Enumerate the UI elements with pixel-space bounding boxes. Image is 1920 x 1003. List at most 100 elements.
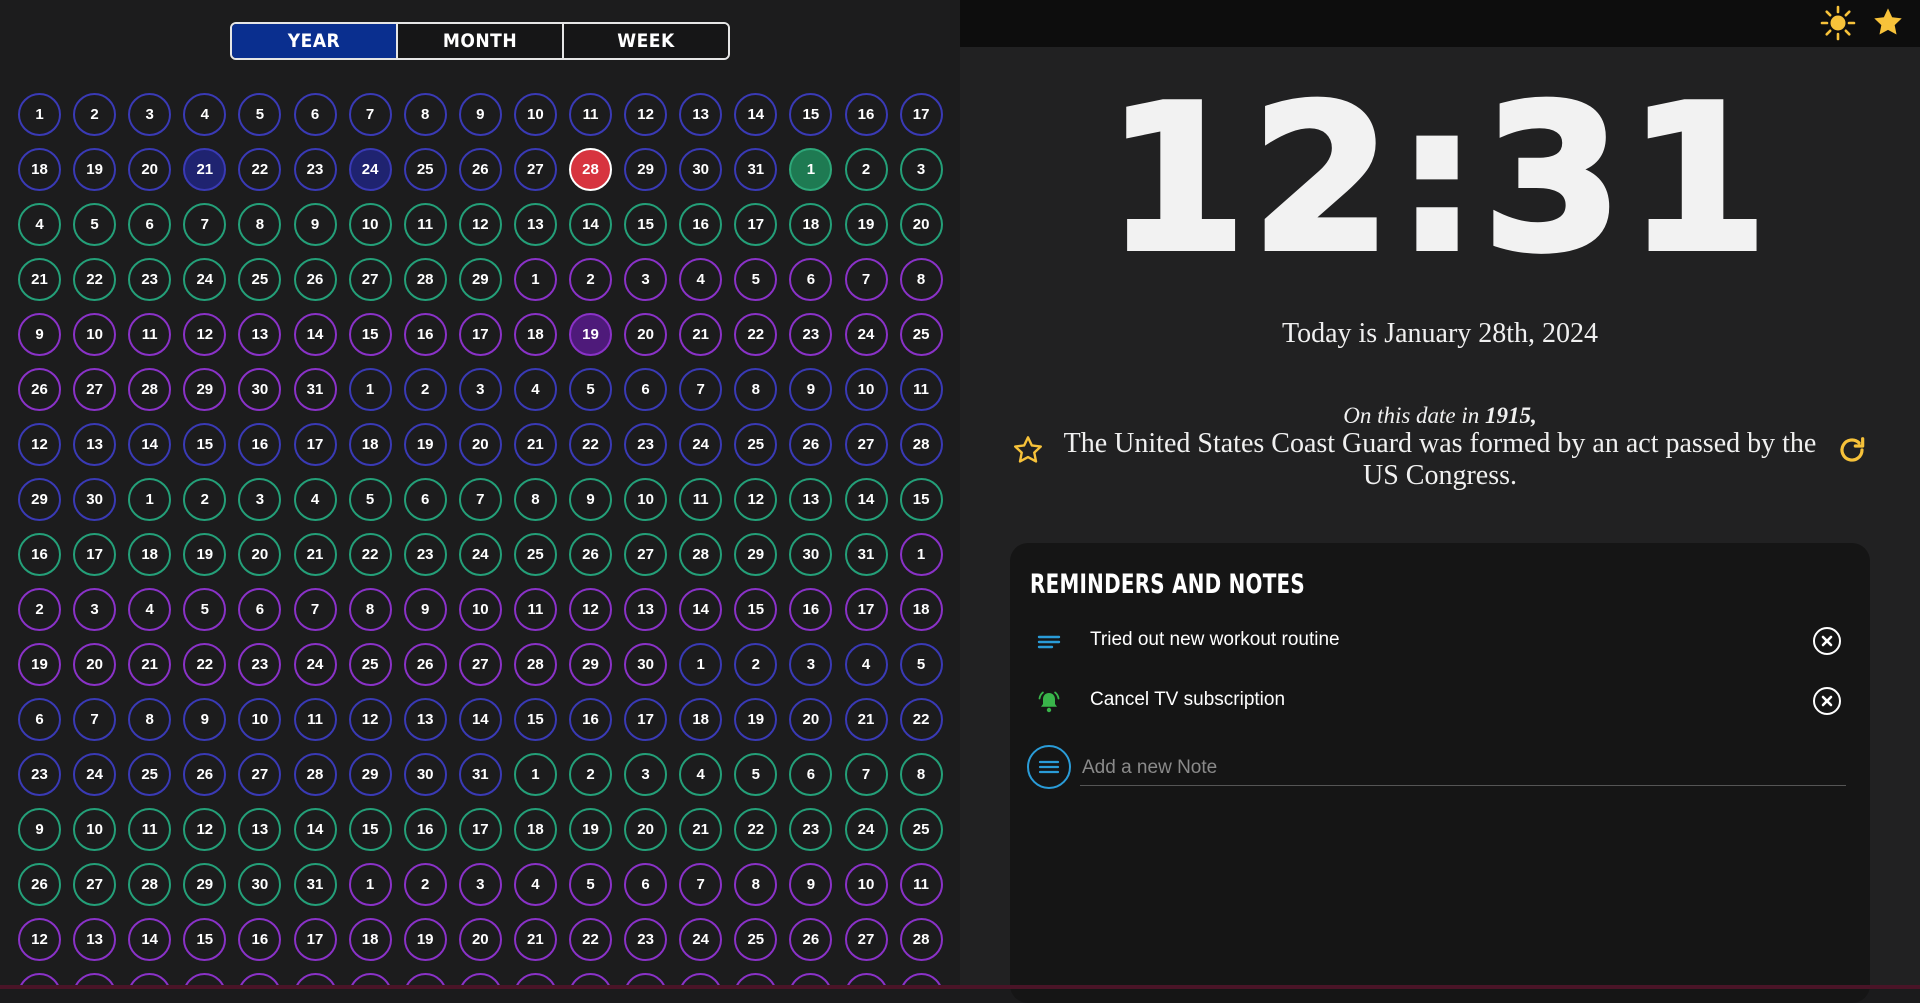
calendar-day[interactable]: 25	[238, 258, 282, 301]
calendar-day[interactable]: 16	[403, 808, 447, 851]
add-note-input[interactable]	[1080, 750, 1846, 786]
calendar-day[interactable]: 21	[183, 148, 227, 191]
calendar-day[interactable]: 25	[899, 313, 943, 356]
calendar-day[interactable]: 11	[128, 808, 172, 851]
calendar-day[interactable]: 9	[18, 313, 61, 356]
calendar-day[interactable]: 14	[128, 423, 172, 466]
remove-note-icon[interactable]	[1812, 626, 1842, 656]
calendar-day[interactable]: 14	[844, 478, 888, 521]
calendar-day[interactable]: 4	[183, 93, 227, 136]
calendar-day[interactable]: 20	[238, 533, 282, 576]
calendar-day[interactable]: 25	[899, 808, 943, 851]
calendar-day[interactable]: 20	[624, 313, 668, 356]
calendar-day[interactable]: 3	[238, 478, 282, 521]
calendar-day[interactable]: 10	[238, 698, 282, 741]
calendar-day[interactable]: 2	[569, 753, 612, 796]
calendar-day[interactable]: 7	[183, 203, 227, 246]
calendar-day[interactable]: 10	[73, 313, 117, 356]
calendar-day[interactable]: 7	[679, 863, 723, 906]
calendar-day[interactable]: 22	[734, 808, 778, 851]
calendar-day[interactable]: 23	[128, 258, 172, 301]
calendar-day[interactable]: 6	[624, 368, 668, 411]
calendar-day[interactable]: 31	[844, 533, 888, 576]
calendar-day[interactable]: 31	[293, 863, 337, 906]
calendar-day[interactable]: 5	[734, 753, 778, 796]
calendar-day[interactable]: 12	[18, 918, 61, 961]
calendar-day-today[interactable]: 28	[569, 148, 612, 191]
calendar-day[interactable]: 21	[293, 533, 337, 576]
calendar-day[interactable]: 25	[734, 423, 778, 466]
star-filled-icon[interactable]	[1870, 4, 1906, 40]
calendar-day[interactable]: 27	[624, 533, 668, 576]
calendar-day[interactable]: 2	[734, 643, 778, 686]
calendar-day[interactable]: 1	[348, 863, 392, 906]
calendar-day[interactable]: 10	[458, 588, 502, 631]
calendar-day[interactable]: 12	[183, 313, 227, 356]
calendar-day[interactable]: 14	[128, 918, 172, 961]
calendar-day[interactable]: 28	[899, 918, 943, 961]
calendar-day[interactable]: 18	[348, 423, 392, 466]
calendar-day[interactable]: 11	[899, 863, 943, 906]
calendar-day[interactable]: 20	[128, 148, 172, 191]
calendar-day[interactable]: 6	[624, 863, 668, 906]
calendar-day[interactable]: 15	[513, 698, 557, 741]
calendar-day[interactable]: 29	[183, 368, 227, 411]
calendar-day[interactable]: 15	[348, 808, 392, 851]
calendar-day[interactable]: 24	[844, 808, 888, 851]
calendar-day[interactable]: 25	[734, 918, 778, 961]
calendar-day[interactable]: 11	[899, 368, 943, 411]
calendar-day[interactable]: 11	[293, 698, 337, 741]
calendar-day[interactable]: 6	[403, 478, 447, 521]
calendar-day[interactable]: 8	[238, 203, 282, 246]
calendar-day[interactable]: 15	[183, 918, 227, 961]
calendar-day[interactable]: 1	[18, 93, 61, 136]
calendar-day[interactable]: 12	[624, 93, 668, 136]
calendar-day[interactable]: 26	[569, 533, 612, 576]
calendar-day[interactable]: 27	[348, 258, 392, 301]
calendar-day[interactable]: 30	[73, 478, 117, 521]
calendar-day[interactable]: 6	[128, 203, 172, 246]
calendar-day[interactable]: 4	[18, 203, 61, 246]
calendar-day[interactable]: 28	[128, 368, 172, 411]
calendar-day[interactable]: 12	[734, 478, 778, 521]
calendar-day[interactable]: 8	[899, 753, 943, 796]
calendar-day[interactable]: 1	[899, 533, 943, 576]
calendar-day[interactable]: 11	[513, 588, 557, 631]
calendar-day[interactable]: 4	[679, 258, 723, 301]
calendar-day[interactable]: 4	[679, 753, 723, 796]
calendar-day[interactable]: 4	[513, 863, 557, 906]
calendar-day[interactable]: 13	[238, 313, 282, 356]
calendar-day[interactable]: 3	[624, 753, 668, 796]
calendar-day[interactable]: 19	[183, 533, 227, 576]
calendar-day[interactable]: 10	[844, 368, 888, 411]
calendar-day[interactable]: 11	[569, 93, 612, 136]
calendar-day[interactable]: 15	[183, 423, 227, 466]
calendar-day[interactable]: 16	[238, 918, 282, 961]
calendar-day[interactable]: 19	[569, 808, 612, 851]
calendar-day[interactable]: 1	[513, 258, 557, 301]
calendar-day[interactable]: 5	[734, 258, 778, 301]
calendar-day[interactable]: 13	[73, 423, 117, 466]
calendar-day[interactable]: 13	[513, 203, 557, 246]
calendar-day[interactable]: 14	[734, 93, 778, 136]
calendar-day[interactable]: 9	[293, 203, 337, 246]
calendar-day[interactable]: 26	[18, 863, 61, 906]
calendar-day[interactable]: 9	[569, 478, 612, 521]
calendar-day[interactable]: 2	[844, 148, 888, 191]
calendar-day[interactable]: 14	[293, 313, 337, 356]
calendar-day[interactable]: 21	[679, 313, 723, 356]
calendar-day[interactable]: 7	[458, 478, 502, 521]
calendar-day[interactable]: 26	[789, 423, 833, 466]
calendar-day[interactable]: 20	[458, 423, 502, 466]
calendar-day[interactable]: 7	[844, 753, 888, 796]
calendar-day[interactable]: 5	[348, 478, 392, 521]
calendar-day[interactable]: 15	[899, 478, 943, 521]
calendar-day[interactable]: 26	[458, 148, 502, 191]
calendar-day[interactable]: 29	[458, 258, 502, 301]
calendar-day[interactable]: 27	[458, 643, 502, 686]
calendar-day[interactable]: 14	[458, 698, 502, 741]
calendar-day[interactable]: 8	[403, 93, 447, 136]
calendar-day[interactable]: 8	[128, 698, 172, 741]
calendar-day[interactable]: 28	[293, 753, 337, 796]
remove-note-icon[interactable]	[1812, 686, 1842, 716]
